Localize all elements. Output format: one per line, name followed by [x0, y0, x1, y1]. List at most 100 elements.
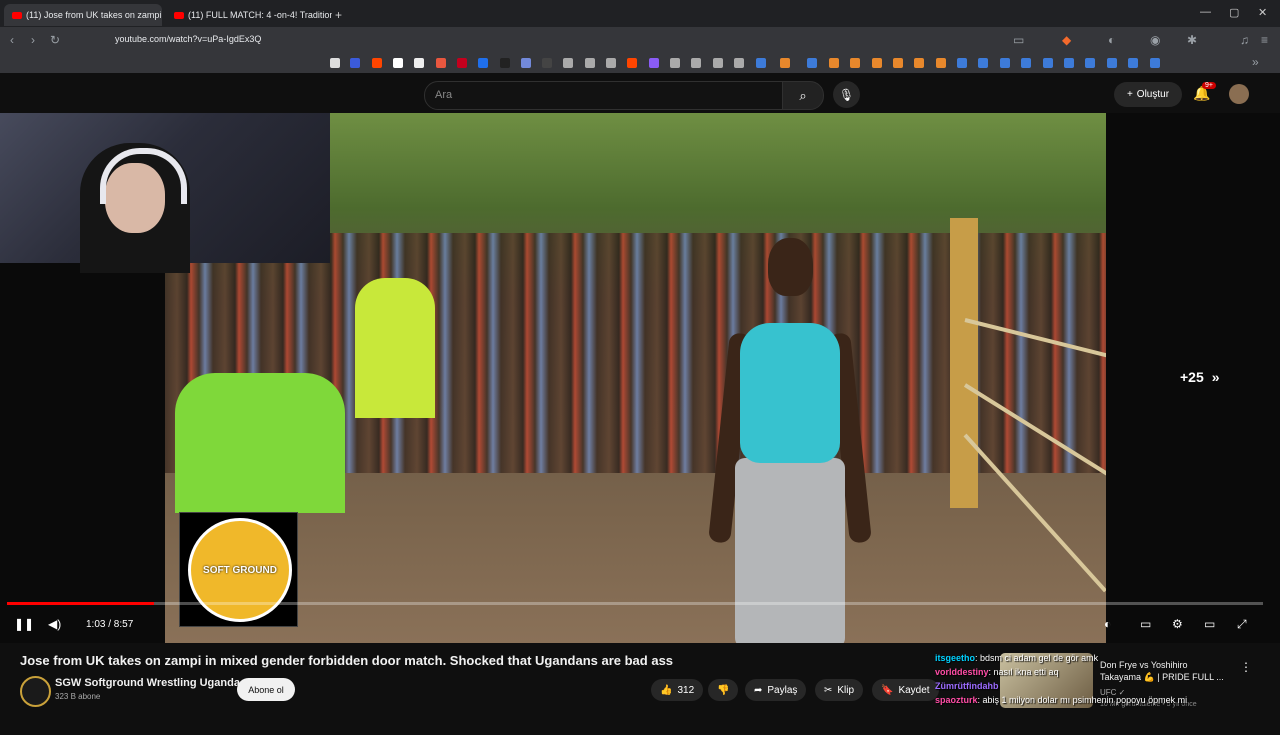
- bookmark-icon[interactable]: [1128, 58, 1138, 68]
- bookmark-icon[interactable]: [914, 58, 924, 68]
- video-player[interactable]: SOFT GROUND +25 » ❚❚ ◀) 1:03 / 8:57 ◐ ▭ …: [0, 113, 1280, 643]
- chat-user: itsgeetho: [935, 653, 976, 663]
- ring-post: [950, 218, 978, 508]
- clip-button[interactable]: ✂ Klip: [815, 679, 864, 701]
- bookmark-icon[interactable]: [563, 58, 573, 68]
- bookmark-icon[interactable]: [521, 58, 531, 68]
- tab-label: (11) Jose from UK takes on zampi: [26, 10, 162, 20]
- minimize-button[interactable]: —: [1200, 6, 1211, 18]
- extension-icon[interactable]: ◐: [1108, 33, 1115, 47]
- bookmark-icon[interactable]: [1000, 58, 1010, 68]
- chat-user: vorlddestiny: [935, 667, 989, 677]
- tab-active[interactable]: (11) Jose from UK takes on zampi ✕: [4, 4, 162, 26]
- back-icon[interactable]: ‹: [10, 33, 14, 47]
- theater-mode-icon[interactable]: ▭: [1204, 617, 1215, 631]
- bookmark-icon[interactable]: [457, 58, 467, 68]
- search-button[interactable]: ⌕: [782, 81, 824, 110]
- bookmark-icon[interactable]: [807, 58, 817, 68]
- menu-icon[interactable]: ≡: [1261, 33, 1268, 47]
- share-button[interactable]: ➦ Paylaş: [745, 679, 807, 701]
- bookmark-icon[interactable]: [829, 58, 839, 68]
- spectator: [175, 373, 345, 513]
- bookmark-icon[interactable]: [330, 58, 340, 68]
- create-button[interactable]: + Oluştur: [1114, 82, 1182, 107]
- browser-tab-bar: (11) Jose from UK takes on zampi ✕ (11) …: [0, 0, 1280, 27]
- bookmark-icon[interactable]: [478, 58, 488, 68]
- account-avatar[interactable]: [1229, 84, 1249, 104]
- save-label: Kaydet: [898, 684, 930, 696]
- bookmark-icon[interactable]: [393, 58, 403, 68]
- bookmark-icon[interactable]: [1150, 58, 1160, 68]
- bookmark-icon[interactable]: [350, 58, 360, 68]
- bookmark-icon[interactable]: [691, 58, 701, 68]
- folder-icon[interactable]: [734, 58, 744, 68]
- maximize-button[interactable]: ▢: [1229, 6, 1239, 19]
- bookmark-icon[interactable]: [1021, 58, 1031, 68]
- bookmark-icon[interactable]: [585, 58, 595, 68]
- bookmark-icon[interactable]: [978, 58, 988, 68]
- settings-gear-icon[interactable]: ⚙: [1172, 617, 1183, 631]
- bookmark-icon[interactable]: [780, 58, 790, 68]
- bookmark-icon[interactable]: [713, 58, 723, 68]
- new-tab-button[interactable]: +: [335, 4, 349, 26]
- dislike-button[interactable]: 👎: [708, 679, 739, 701]
- thumbs-up-icon: 👍: [660, 684, 673, 696]
- bookmark-icon[interactable]: [872, 58, 882, 68]
- bookmark-icon[interactable]: [1085, 58, 1095, 68]
- chat-text: abiş 1 milyon dolar mı psimhenin popoyu …: [982, 695, 1188, 705]
- autoplay-toggle-icon[interactable]: ◐: [1104, 617, 1111, 631]
- bookmark-icon[interactable]: [957, 58, 967, 68]
- extensions-puzzle-icon[interactable]: ✱: [1187, 33, 1197, 47]
- chat-text: bdsm ci adam gel de gör amk: [980, 653, 1099, 663]
- bookmark-icon[interactable]: [372, 58, 382, 68]
- more-bookmarks-icon[interactable]: »: [1252, 55, 1259, 69]
- subtitles-icon[interactable]: ▭: [1140, 617, 1151, 631]
- chat-message: itsgeetho: bdsm ci adam gel de gör amk: [935, 653, 1099, 663]
- forward-icon[interactable]: ›: [31, 33, 35, 47]
- reload-icon[interactable]: ↻: [50, 33, 60, 47]
- brave-shield-icon[interactable]: ◆: [1062, 33, 1071, 47]
- skip-forward-button[interactable]: +25 »: [1180, 369, 1220, 385]
- close-icon[interactable]: ✕: [161, 10, 162, 21]
- subscribe-button[interactable]: Abone ol: [237, 678, 295, 701]
- bookmark-icon[interactable]: [606, 58, 616, 68]
- like-button[interactable]: 👍 312: [651, 679, 704, 701]
- subscriber-count: 323 B abone: [55, 692, 101, 701]
- player-controls: ❚❚ ◀) 1:03 / 8:57 ◐ ▭ ⚙ ▭ ⤢: [0, 611, 1280, 641]
- voice-search-button[interactable]: 🎙: [833, 81, 860, 108]
- bookmark-icon[interactable]: [1064, 58, 1074, 68]
- progress-bar[interactable]: [7, 602, 1263, 605]
- channel-avatar[interactable]: [20, 676, 51, 707]
- install-icon[interactable]: ▭: [1013, 33, 1024, 47]
- bookmark-icon[interactable]: [414, 58, 424, 68]
- spectator: [355, 278, 435, 418]
- extension-icon[interactable]: ◉: [1150, 33, 1160, 47]
- bookmark-icon[interactable]: [850, 58, 860, 68]
- thumbs-down-icon: 👎: [717, 684, 730, 696]
- bookmark-icon[interactable]: [756, 58, 766, 68]
- search-input[interactable]: Ara: [424, 81, 784, 110]
- bookmark-icon[interactable]: [893, 58, 903, 68]
- wrestler: [708, 238, 872, 643]
- bookmark-icon[interactable]: [936, 58, 946, 68]
- bookmark-icon[interactable]: [542, 58, 552, 68]
- bookmark-icon[interactable]: [627, 58, 637, 68]
- bookmark-icon[interactable]: [649, 58, 659, 68]
- pause-icon[interactable]: ❚❚: [14, 617, 34, 631]
- bookmark-icon[interactable]: [670, 58, 680, 68]
- bookmark-icon[interactable]: [1043, 58, 1053, 68]
- save-button[interactable]: 🔖 Kaydet: [872, 679, 939, 701]
- channel-watermark: SOFT GROUND: [179, 512, 298, 627]
- close-window-button[interactable]: ✕: [1258, 6, 1267, 19]
- bookmark-icon[interactable]: [436, 58, 446, 68]
- chat-message: vorlddestiny: nasıl ikna etti aq: [935, 667, 1059, 677]
- fullscreen-icon[interactable]: ⤢: [1237, 617, 1247, 632]
- channel-name[interactable]: SGW Softground Wrestling Uganda: [55, 677, 240, 689]
- url-field[interactable]: youtube.com/watch?v=uPa-IgdEx3Q: [115, 34, 261, 44]
- volume-icon[interactable]: ◀): [48, 617, 61, 631]
- tab-second[interactable]: (11) FULL MATCH: 4 -on-4! Traditional: [166, 4, 332, 26]
- time-display: 1:03 / 8:57: [86, 619, 134, 630]
- bookmark-icon[interactable]: [500, 58, 510, 68]
- media-icon[interactable]: ♫: [1240, 33, 1249, 47]
- bookmark-icon[interactable]: [1107, 58, 1117, 68]
